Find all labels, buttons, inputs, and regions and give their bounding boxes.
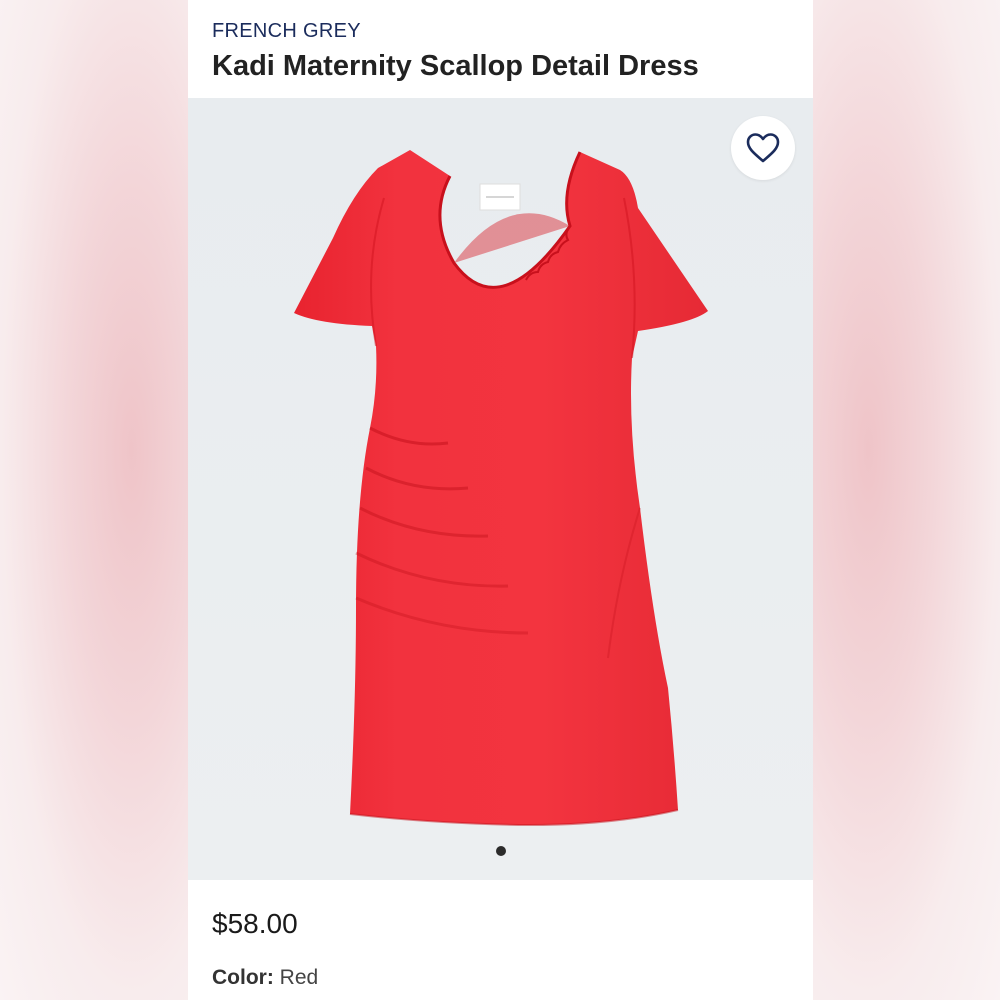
color-selection: Color: Red [212,966,318,990]
left-background-blur [0,0,188,1000]
color-label: Color: [212,966,280,989]
product-image-carousel[interactable] [188,98,813,880]
carousel-indicator [188,846,813,856]
carousel-dot-active[interactable] [495,846,506,856]
right-background-blur [812,0,1000,1000]
heart-outline-icon [746,133,780,163]
product-header: FRENCH GREY Kadi Maternity Scallop Detai… [188,0,813,98]
product-card: FRENCH GREY Kadi Maternity Scallop Detai… [188,0,813,1000]
product-title: Kadi Maternity Scallop Detail Dress [212,50,699,82]
color-value: Red [279,966,319,989]
product-price: $58.00 [212,908,298,939]
brand-name[interactable]: FRENCH GREY [212,20,361,43]
favorite-button[interactable] [731,116,795,180]
product-image [188,98,813,880]
